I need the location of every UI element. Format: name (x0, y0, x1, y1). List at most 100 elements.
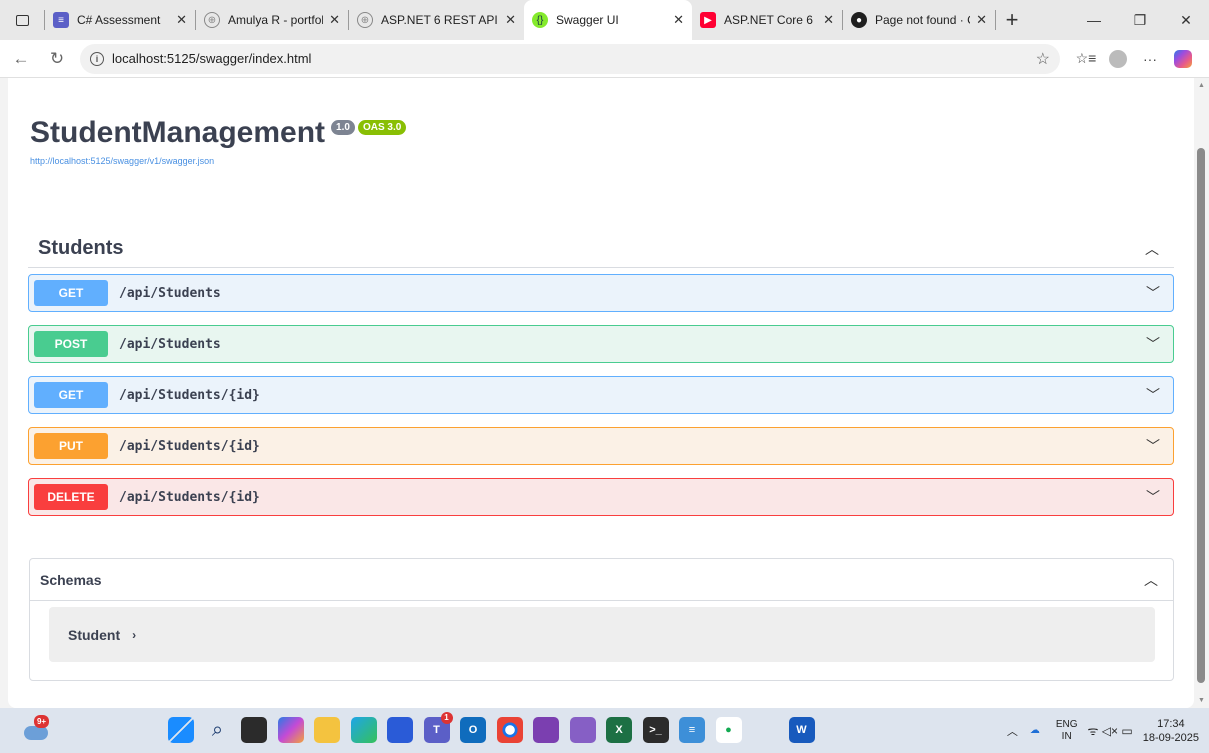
time-text: 17:34 (1157, 717, 1185, 730)
more-menu-icon[interactable]: ··· (1134, 51, 1166, 67)
schemas-header[interactable]: Schemas ︿ (30, 559, 1173, 601)
method-badge: DELETE (34, 484, 108, 510)
teams-icon[interactable]: T1 (423, 712, 453, 743)
operation-get-student-by-id[interactable]: GET /api/Students/{id} ﹀ (28, 376, 1174, 414)
onedrive-icon[interactable]: ☁ (1030, 725, 1040, 736)
start-icon[interactable] (168, 717, 194, 743)
globe-icon: ⊕ (357, 12, 373, 28)
lang-code: ENG (1055, 718, 1078, 730)
teams-badge: 1 (440, 712, 453, 724)
close-icon[interactable]: ✕ (176, 12, 187, 28)
taskbar-apps: ⌕ T1 O X >_ ≡ ● W (168, 712, 825, 743)
close-icon[interactable]: ✕ (329, 12, 340, 28)
chevron-down-icon[interactable]: ﹀ (1138, 436, 1168, 456)
refresh-icon[interactable]: ↻ (42, 49, 72, 69)
tab-title: Swagger UI (556, 13, 619, 27)
close-icon[interactable]: ✕ (976, 12, 987, 28)
site-info-icon[interactable]: i (90, 51, 104, 66)
github-icon: ● (851, 12, 867, 28)
api-title-text: StudentManagement (30, 116, 326, 149)
mongodb-icon[interactable]: ● (715, 717, 742, 743)
browser-toolbar: ← ↻ i localhost:5125/swagger/index.html … (0, 40, 1209, 78)
method-badge: PUT (34, 433, 108, 459)
file-explorer-icon[interactable] (314, 717, 340, 743)
operation-path: /api/Students/{id} (119, 387, 260, 403)
scroll-up-icon[interactable]: ▲ (1198, 82, 1205, 89)
address-bar[interactable]: i localhost:5125/swagger/index.html ☆ (80, 43, 1060, 74)
chevron-down-icon[interactable]: ﹀ (1138, 385, 1168, 405)
store-icon[interactable] (387, 717, 413, 743)
chevron-down-icon[interactable]: ﹀ (1138, 487, 1168, 507)
edge-icon[interactable] (350, 717, 377, 743)
swagger-icon: {} (532, 12, 548, 28)
tab-github-not-found[interactable]: ● Page not found · Git ✕ (843, 0, 995, 40)
chrome-icon[interactable] (496, 717, 523, 743)
tab-title: ASP.NET Core 6 RES (724, 13, 817, 27)
excel-icon[interactable]: X (606, 717, 632, 743)
page-scrollbar[interactable]: ▲ ▼ (1194, 78, 1209, 708)
terminal-icon[interactable]: >_ (642, 717, 669, 743)
outlook-icon[interactable]: O (460, 717, 486, 743)
profile-avatar[interactable] (1109, 49, 1127, 68)
chevron-up-icon[interactable]: ︿ (1139, 570, 1163, 590)
operation-path: /api/Students/{id} (119, 438, 260, 454)
restore-icon[interactable]: ❐ (1117, 12, 1163, 29)
tab-aspnet-rest-api[interactable]: ⊕ ASP.NET 6 REST API ✕ (349, 0, 524, 40)
tab-actions-button[interactable] (0, 0, 44, 40)
minimize-icon[interactable]: — (1071, 12, 1117, 28)
copilot-icon[interactable] (1174, 49, 1192, 68)
notepad-icon[interactable]: ≡ (679, 717, 705, 743)
visual-studio-installer-icon[interactable] (533, 717, 559, 743)
taskbar-spacer (752, 717, 778, 743)
close-icon[interactable]: ✕ (505, 12, 516, 28)
back-arrow-icon[interactable]: ← (6, 49, 36, 69)
scrollbar-thumb[interactable] (1197, 148, 1205, 683)
close-icon[interactable]: ✕ (823, 12, 834, 28)
copilot-app-icon[interactable] (277, 717, 304, 743)
chevron-down-icon[interactable]: ﹀ (1138, 283, 1168, 303)
tab-portfolio[interactable]: ⊕ Amulya R - portfolio ✕ (196, 0, 348, 40)
swagger-json-link[interactable]: http://localhost:5125/swagger/v1/swagger… (30, 156, 406, 166)
tag-header-students[interactable]: Students ︿ (28, 230, 1174, 268)
task-view-icon[interactable] (241, 717, 267, 743)
clock[interactable]: 17:34 18-09-2025 (1143, 717, 1199, 745)
wifi-volume-battery-icons[interactable]: ᯤ ◁× ▭ (1088, 722, 1133, 739)
favorites-icon[interactable]: ☆≡ (1070, 50, 1102, 67)
language-indicator[interactable]: ENG IN (1056, 719, 1078, 743)
youtube-icon: ▶ (700, 12, 716, 28)
chevron-up-icon[interactable]: ︿ (1140, 239, 1164, 259)
chevron-right-icon[interactable]: › (132, 628, 136, 642)
schemas-title: Schemas (40, 571, 102, 588)
browser-tab-strip: ≡ C# Assessment ✕ ⊕ Amulya R - portfolio… (0, 0, 1209, 40)
search-icon[interactable]: ⌕ (205, 717, 231, 743)
tab-csharp-assessment[interactable]: ≡ C# Assessment ✕ (45, 0, 195, 40)
chevron-up-icon[interactable]: ︿ (1007, 723, 1018, 739)
operation-put-student[interactable]: PUT /api/Students/{id} ﹀ (28, 427, 1174, 465)
operation-delete-student[interactable]: DELETE /api/Students/{id} ﹀ (28, 478, 1174, 516)
operation-post-students[interactable]: POST /api/Students ﹀ (28, 325, 1174, 363)
tab-title: Amulya R - portfolio (228, 13, 324, 27)
system-tray: ︿ ☁ ENG IN ᯤ ◁× ▭ 17:34 18-09-2025 (1007, 708, 1199, 753)
close-window-icon[interactable]: ✕ (1163, 12, 1209, 29)
tab-swagger-ui[interactable]: {} Swagger UI ✕ (524, 0, 692, 40)
tab-title: C# Assessment (77, 13, 161, 27)
star-icon[interactable]: ☆ (1036, 49, 1050, 69)
scroll-down-icon[interactable]: ▼ (1198, 697, 1205, 704)
window-controls: — ❐ ✕ (1071, 0, 1209, 40)
operation-path: /api/Students (119, 336, 221, 352)
weather-icon (24, 726, 48, 740)
schemas-section: Schemas ︿ Student › (29, 558, 1174, 681)
method-badge: GET (34, 280, 108, 306)
model-student[interactable]: Student › (49, 607, 1155, 662)
url-text[interactable]: localhost:5125/swagger/index.html (112, 51, 1036, 66)
close-icon[interactable]: ✕ (673, 12, 684, 28)
windows-taskbar: 9+ ⌕ T1 O X >_ ≡ ● W ︿ ☁ ENG IN ᯤ ◁× ▭ 1… (0, 708, 1209, 753)
visual-studio-icon[interactable] (569, 717, 596, 743)
new-tab-button[interactable]: + (996, 7, 1028, 33)
weather-widget[interactable]: 9+ (24, 715, 49, 740)
swagger-page: StudentManagement 1.0 OAS 3.0 http://loc… (8, 78, 1194, 708)
chevron-down-icon[interactable]: ﹀ (1138, 334, 1168, 354)
operation-get-students[interactable]: GET /api/Students ﹀ (28, 274, 1174, 312)
word-icon[interactable]: W (788, 717, 815, 743)
tab-aspnet-core-youtube[interactable]: ▶ ASP.NET Core 6 RES ✕ (692, 0, 842, 40)
